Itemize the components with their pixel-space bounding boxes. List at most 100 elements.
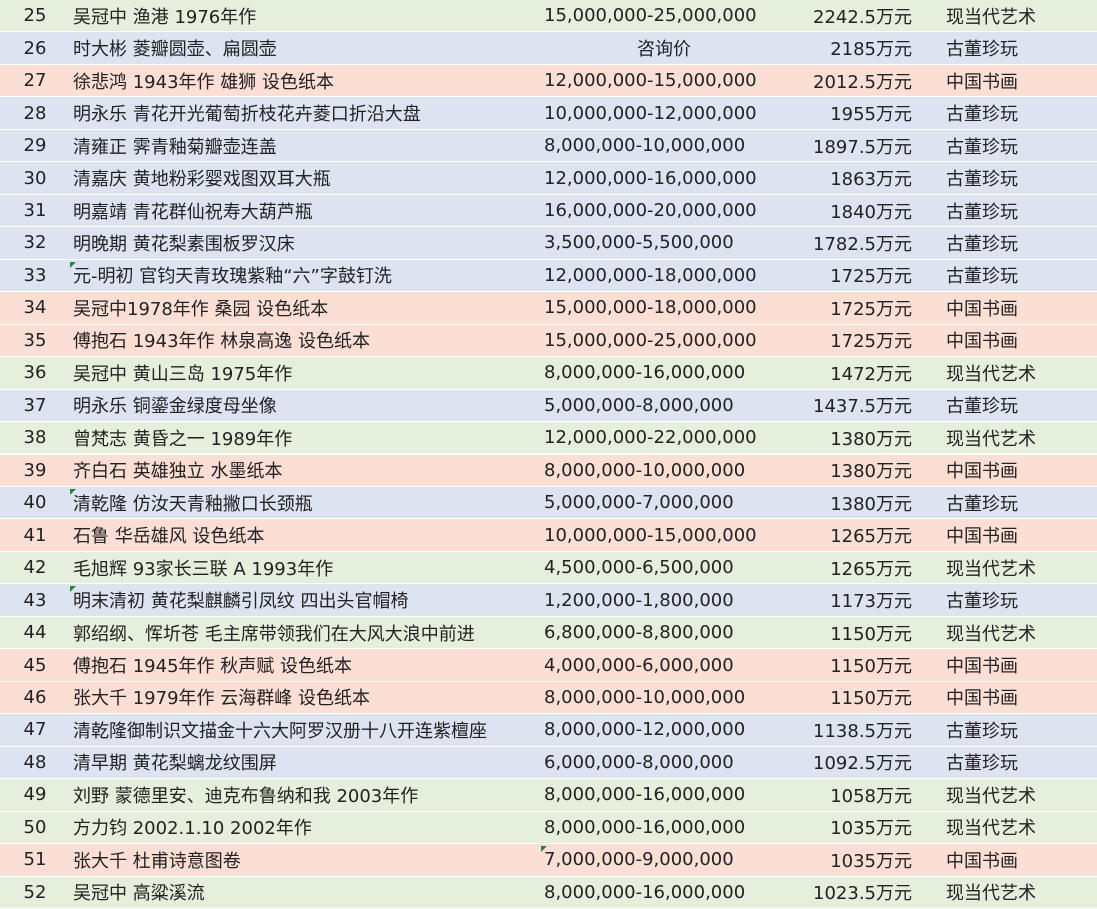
estimate-cell: 15,000,000-25,000,000 [544, 5, 757, 27]
category-cell: 中国书画 [946, 461, 1018, 483]
lot-name-cell: 方力钧 2002.1.10 2002年作 [73, 818, 312, 840]
hammer-price-cell: 1472万元 [830, 363, 912, 385]
hammer-price-cell: 1265万元 [830, 526, 912, 548]
cell-comment-marker-icon [70, 261, 76, 268]
lot-name-cell: 吴冠中1978年作 桑园 设色纸本 [73, 298, 329, 320]
hammer-price-cell: 1265万元 [830, 558, 912, 580]
rank-cell: 28 [23, 102, 47, 124]
lot-name-cell: 毛旭辉 93家长三联 A 1993年作 [73, 558, 334, 580]
category-cell: 古董珍玩 [946, 591, 1018, 613]
rank-cell: 52 [23, 881, 47, 903]
hammer-price-cell: 1023.5万元 [813, 883, 912, 905]
category-cell: 中国书画 [946, 331, 1018, 353]
table-row: 30 清嘉庆 黄地粉彩婴戏图双耳大瓶 12,000,000-16,000,000 18… [0, 162, 1097, 195]
lot-name-cell: 张大千 1979年作 云海群峰 设色纸本 [73, 688, 370, 710]
rank-cell: 41 [23, 524, 47, 546]
rank-cell: 35 [23, 329, 47, 351]
category-cell: 古董珍玩 [946, 233, 1018, 255]
rank-cell: 30 [23, 167, 47, 189]
hammer-price-cell: 1437.5万元 [813, 396, 912, 418]
hammer-price-cell: 1150万元 [830, 623, 912, 645]
estimate-cell: 12,000,000-15,000,000 [544, 70, 757, 92]
estimate-cell: 12,000,000-16,000,000 [544, 167, 757, 189]
lot-name-cell: 刘野 蒙德里安、迪克布鲁纳和我 2003年作 [73, 785, 419, 807]
table-row: 31 明嘉靖 青花群仙祝寿大葫芦瓶 16,000,000-20,000,000 184… [0, 194, 1097, 228]
rank-cell: 43 [23, 589, 47, 611]
estimate-cell: 咨询价 [637, 39, 691, 61]
category-cell: 古董珍玩 [946, 201, 1018, 223]
category-cell: 中国书画 [946, 71, 1018, 93]
hammer-price-cell: 1725万元 [830, 331, 912, 353]
rank-cell: 51 [23, 849, 47, 871]
category-cell: 古董珍玩 [946, 104, 1018, 126]
table-row: 48 清早期 黄花梨螭龙纹围屏 6,000,000-8,000,000 1092.5万… [0, 746, 1097, 780]
estimate-cell: 15,000,000-25,000,000 [544, 329, 757, 351]
lot-name-cell: 明末清初 黄花梨麒麟引凤纹 四出头官帽椅 [73, 591, 409, 613]
table-row: 41 石鲁 华岳雄风 设色纸本 10,000,000-15,000,000 1265万… [0, 519, 1097, 552]
rank-cell: 33 [23, 264, 47, 286]
cell-comment-marker-icon [70, 586, 76, 593]
rank-cell: 32 [23, 232, 47, 254]
table-row: 45 傅抱石 1945年作 秋声赋 设色纸本 4,000,000-6,000,000… [0, 649, 1097, 682]
table-row: 32 明晚期 黄花梨素围板罗汉床 3,500,000-5,500,000 1782.5… [0, 227, 1097, 260]
hammer-price-cell: 2185万元 [830, 39, 912, 61]
category-cell: 古董珍玩 [946, 753, 1018, 775]
estimate-cell: 8,000,000-16,000,000 [544, 816, 746, 838]
table-row: 49 刘野 蒙德里安、迪克布鲁纳和我 2003年作 8,000,000-16,000… [0, 779, 1097, 812]
category-cell: 中国书画 [946, 656, 1018, 677]
hammer-price-cell: 1380万元 [830, 493, 912, 515]
estimate-cell: 5,000,000-8,000,000 [544, 394, 734, 416]
lot-name-cell: 吴冠中 高粱溪流 [73, 883, 205, 905]
table-row: 34 吴冠中1978年作 桑园 设色纸本 15,000,000-18,000,000… [0, 292, 1097, 325]
rank-cell: 46 [23, 686, 47, 708]
category-cell: 现当代艺术 [946, 558, 1036, 580]
estimate-cell: 5,000,000-7,000,000 [544, 492, 734, 514]
table-row: 39 齐白石 英雄独立 水墨纸本 8,000,000-10,000,000 1380万… [0, 454, 1097, 487]
estimate-cell: 6,800,000-8,800,000 [544, 622, 734, 644]
estimate-cell: 8,000,000-16,000,000 [544, 784, 746, 806]
table-row: 37 明永乐 铜鎏金绿度母坐像 5,000,000-8,000,000 1437.5万… [0, 389, 1097, 423]
category-cell: 现当代艺术 [946, 623, 1036, 645]
category-cell: 现当代艺术 [946, 6, 1036, 28]
lot-name-cell: 吴冠中 黄山三岛 1975年作 [73, 363, 293, 385]
hammer-price-cell: 1035万元 [830, 818, 912, 840]
lot-name-cell: 徐悲鸿 1943年作 雄狮 设色纸本 [73, 71, 334, 93]
table-row: 47 清乾隆御制识文描金十六大阿罗汉册十八开连紫檀座 8,000,000-12,00… [0, 714, 1097, 747]
lot-name-cell: 齐白石 英雄独立 水墨纸本 [73, 461, 283, 483]
category-cell: 现当代艺术 [946, 883, 1036, 905]
category-cell: 古董珍玩 [946, 396, 1018, 418]
rank-cell: 49 [23, 784, 47, 806]
estimate-cell: 16,000,000-20,000,000 [544, 200, 757, 221]
lot-name-cell: 张大千 杜甫诗意图卷 [73, 850, 241, 872]
rank-cell: 42 [23, 557, 47, 579]
hammer-price-cell: 1955万元 [830, 104, 912, 126]
table-row: 33 元-明初 官钧天青玫瑰紫釉“六”字鼓钉洗 12,000,000-18,000,… [0, 259, 1097, 293]
lot-name-cell: 傅抱石 1945年作 秋声赋 设色纸本 [73, 656, 352, 677]
lot-name-cell: 曾梵志 黄昏之一 1989年作 [73, 428, 293, 450]
estimate-cell: 12,000,000-22,000,000 [544, 427, 757, 449]
rank-cell: 50 [23, 816, 47, 838]
table-row: 26 时大彬 菱瓣圆壶、扁圆壶 咨询价 2185万元 古董珍玩 [0, 32, 1097, 65]
estimate-cell: 8,000,000-10,000,000 [544, 459, 746, 481]
table-row: 51 张大千 杜甫诗意图卷 7,000,000-9,000,000 1035万元 中国书… [0, 844, 1097, 877]
lot-name-cell: 清早期 黄花梨螭龙纹围屏 [73, 753, 277, 775]
estimate-cell: 8,000,000-16,000,000 [544, 881, 746, 903]
lot-name-cell: 清乾隆御制识文描金十六大阿罗汉册十八开连紫檀座 [73, 720, 487, 742]
lot-name-cell: 清乾隆 仿汝天青釉撇口长颈瓶 [73, 493, 313, 515]
estimate-cell: 4,000,000-6,000,000 [544, 654, 734, 676]
hammer-price-cell: 1380万元 [830, 461, 912, 483]
hammer-price-cell: 1150万元 [830, 656, 912, 677]
estimate-cell: 1,200,000-1,800,000 [544, 589, 734, 611]
hammer-price-cell: 1782.5万元 [813, 233, 912, 255]
table-row: 52 吴冠中 高粱溪流 8,000,000-16,000,000 1023.5万元 现当… [0, 876, 1097, 909]
rank-cell: 37 [23, 394, 47, 416]
rank-cell: 27 [23, 70, 47, 92]
hammer-price-cell: 1150万元 [830, 688, 912, 710]
table-row: 44 郭绍纲、恽圻苍 毛主席带领我们在大风大浪中前进 6,800,000-8,800… [0, 616, 1097, 650]
category-cell: 古董珍玩 [946, 720, 1018, 742]
lot-name-cell: 石鲁 华岳雄风 设色纸本 [73, 526, 265, 548]
table-row: 27 徐悲鸿 1943年作 雄狮 设色纸本 12,000,000-15,000,00… [0, 64, 1097, 98]
hammer-price-cell: 1725万元 [830, 266, 912, 288]
hammer-price-cell: 2012.5万元 [813, 71, 912, 93]
hammer-price-cell: 2242.5万元 [813, 6, 912, 28]
